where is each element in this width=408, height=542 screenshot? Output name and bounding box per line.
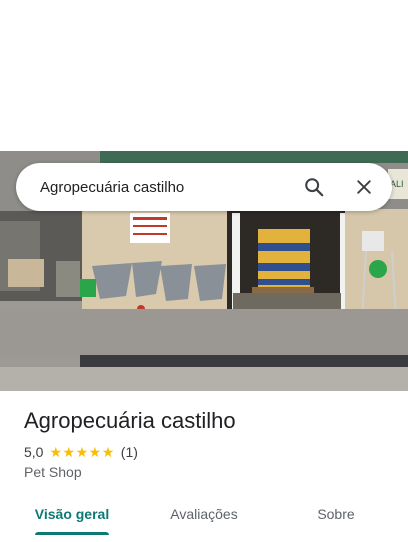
clear-search-button[interactable] <box>344 167 384 207</box>
search-input[interactable]: Agropecuária castilho <box>16 179 294 196</box>
close-icon <box>357 180 371 194</box>
search-button[interactable] <box>294 167 334 207</box>
star-icon: ★ <box>75 444 89 460</box>
star-icon: ★ <box>49 444 63 460</box>
tab-overview[interactable]: Visão geral <box>22 492 122 536</box>
review-count[interactable]: (1) <box>121 444 138 460</box>
star-icon: ★ <box>62 444 76 460</box>
storefront-sign-text: ALI <box>390 179 404 189</box>
place-title: Agropecuária castilho <box>24 408 236 433</box>
search-bar[interactable]: Agropecuária castilho <box>16 163 392 211</box>
tab-reviews[interactable]: Avaliações <box>154 492 254 536</box>
active-tab-indicator <box>35 532 109 535</box>
place-tabs: Visão geral Avaliações Sobre <box>0 492 408 542</box>
tab-about[interactable]: Sobre <box>286 492 386 536</box>
rating-stars: ★ ★ ★ ★ ★ <box>49 445 114 459</box>
star-icon: ★ <box>88 444 102 460</box>
rating-value: 5,0 <box>24 444 44 460</box>
search-icon <box>305 178 324 197</box>
place-category[interactable]: Pet Shop <box>24 464 82 480</box>
star-icon: ★ <box>101 444 115 460</box>
rating-row[interactable]: 5,0 ★ ★ ★ ★ ★ (1) <box>24 443 138 461</box>
